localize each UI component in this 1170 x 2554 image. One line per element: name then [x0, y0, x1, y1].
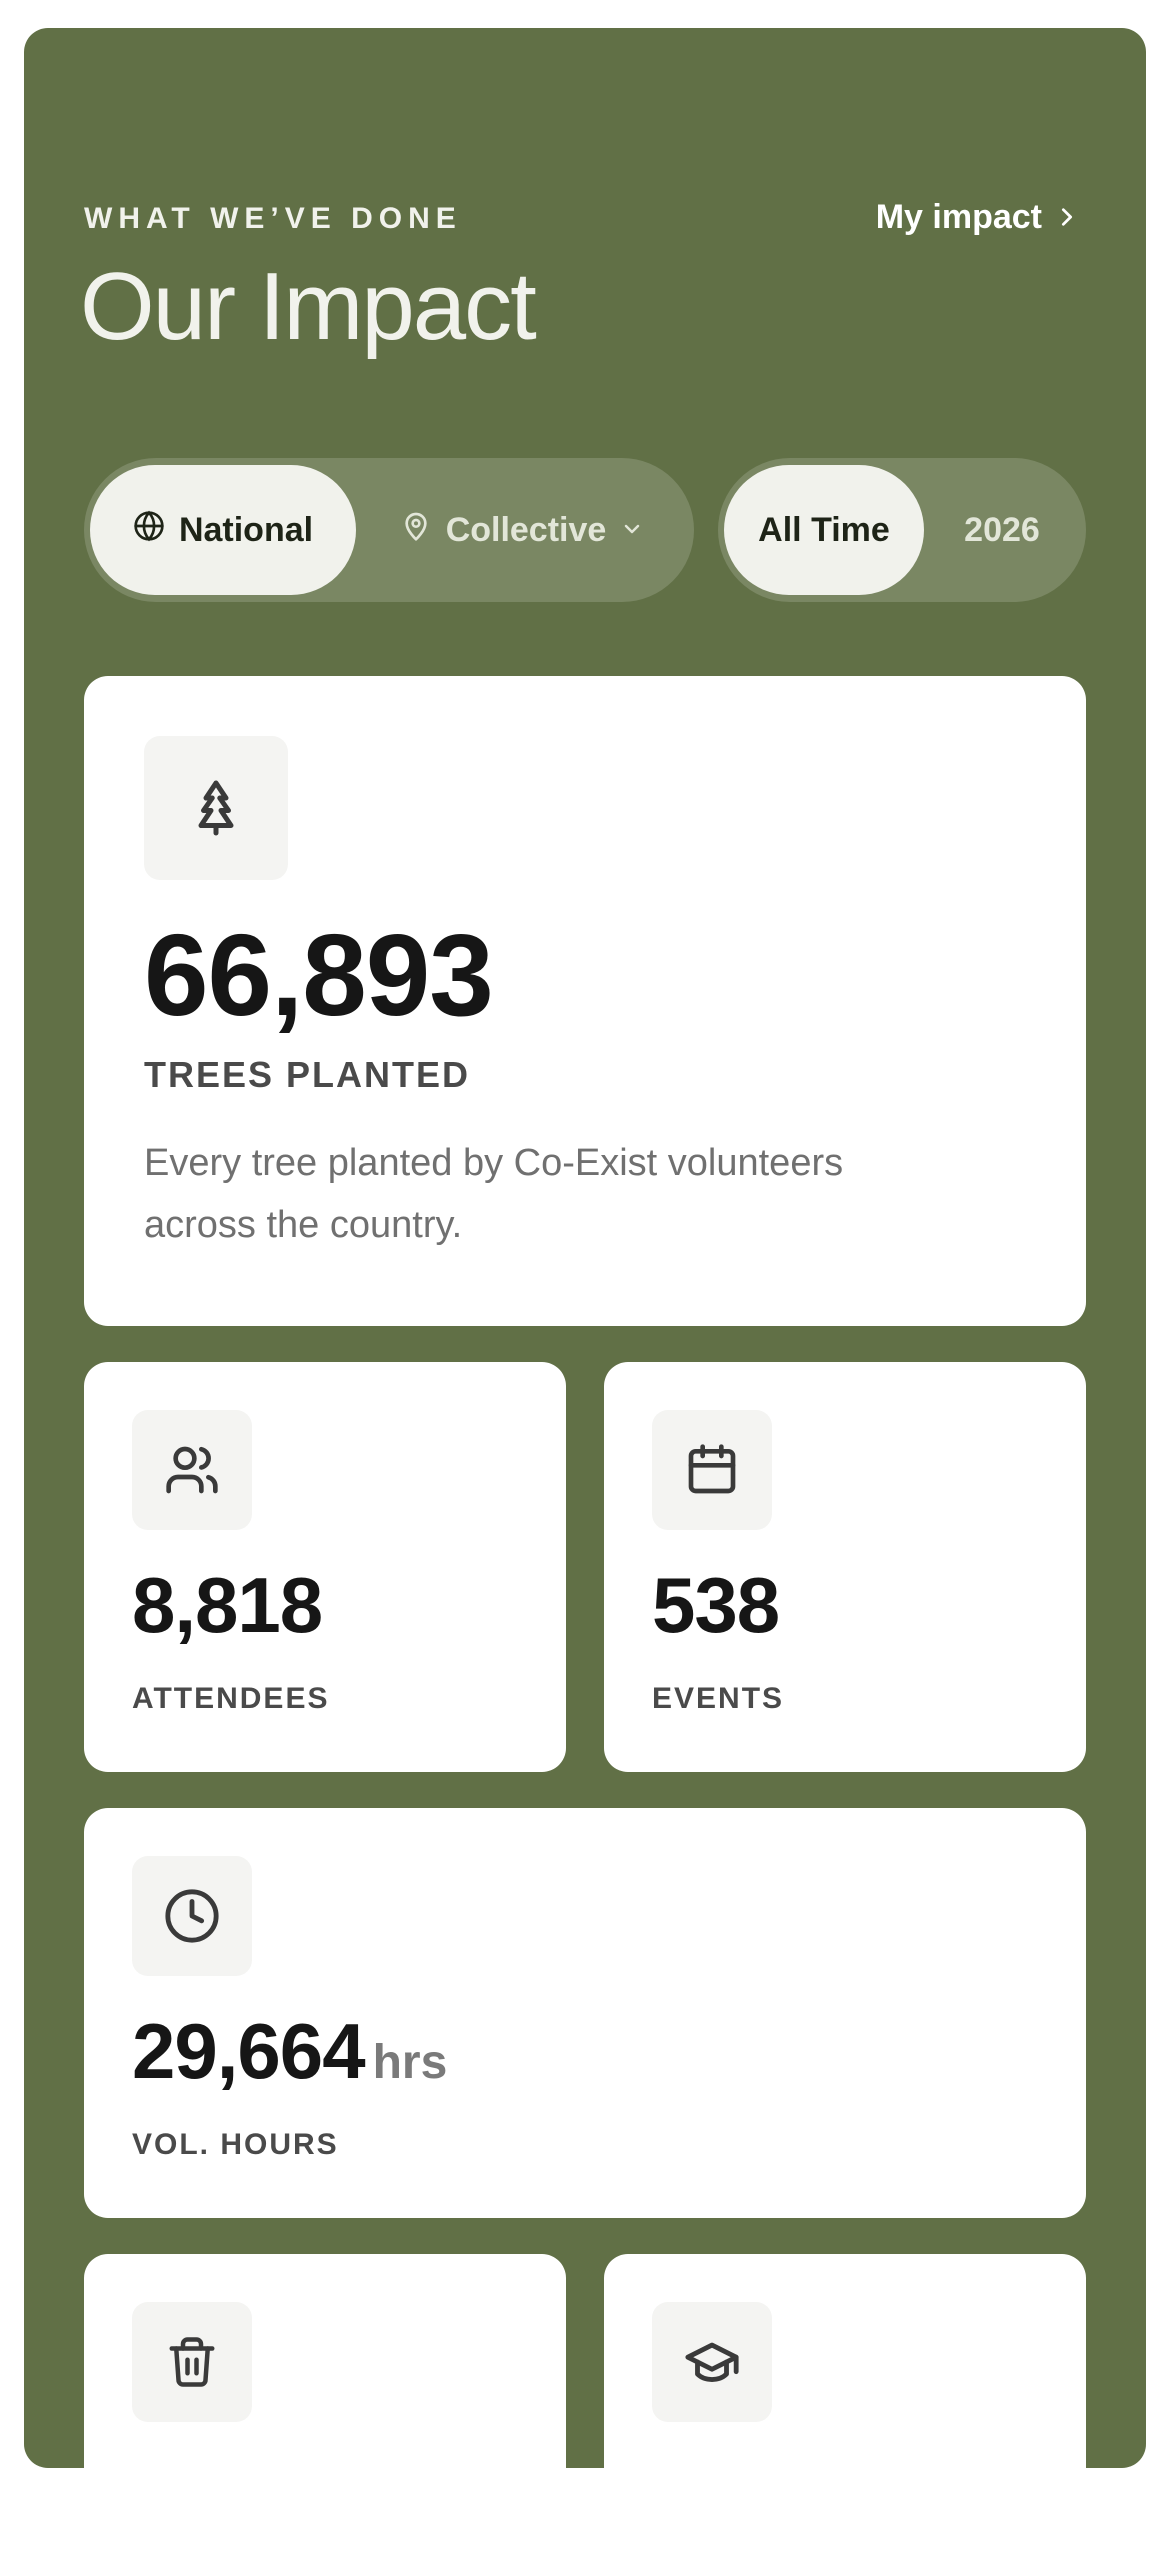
attendees-value: 8,818 [132, 1561, 323, 1649]
education-card [604, 2254, 1086, 2554]
chevron-down-icon [620, 511, 644, 550]
events-value: 538 [652, 1561, 780, 1649]
volunteer-hours-value: 29,664 hrs [132, 2006, 447, 2097]
users-icon [132, 1410, 252, 1530]
scope-option-collective-label: Collective [445, 510, 607, 549]
volunteer-hours-unit: hrs [372, 2036, 448, 2089]
trees-planted-label: TREES PLANTED [144, 1054, 471, 1095]
graduation-cap-icon [652, 2302, 772, 2422]
trees-planted-card: 66,893 TREES PLANTED Every tree planted … [84, 676, 1086, 1326]
tree-icon [144, 736, 288, 880]
events-card: 538 EVENTS [604, 1362, 1086, 1772]
chevron-right-icon [1056, 198, 1078, 237]
attendees-card: 8,818 ATTENDEES [84, 1362, 566, 1772]
my-impact-link[interactable]: My impact [876, 198, 1078, 237]
page-title: Our Impact [80, 253, 537, 360]
scope-filter: National Collective [84, 458, 694, 602]
my-impact-label: My impact [875, 198, 1042, 236]
attendees-label: ATTENDEES [132, 1682, 330, 1715]
trees-planted-value: 66,893 [144, 910, 494, 1040]
map-pin-icon [400, 510, 432, 551]
scope-option-national[interactable]: National [90, 465, 356, 595]
scope-option-national-label: National [178, 510, 314, 549]
volunteer-hours-card: 29,664 hrs VOL. HOURS [84, 1808, 1086, 2218]
calendar-icon [652, 1410, 772, 1530]
globe-icon [133, 510, 165, 551]
time-option-all-time[interactable]: All Time [724, 465, 924, 595]
trash-icon [132, 2302, 252, 2422]
trees-planted-description: Every tree planted by Co-Exist volunteer… [144, 1142, 844, 1246]
time-filter: All Time 2026 [718, 458, 1086, 602]
volunteer-hours-label: VOL. HOURS [132, 2128, 339, 2161]
time-option-2026[interactable]: 2026 [924, 465, 1080, 595]
scope-option-collective[interactable]: Collective [356, 465, 688, 595]
clock-icon [132, 1856, 252, 1976]
volunteer-hours-number: 29,664 [132, 2007, 366, 2095]
events-label: EVENTS [652, 1682, 785, 1715]
section-eyebrow: WHAT WE’VE DONE [84, 202, 462, 235]
rubbish-card [84, 2254, 566, 2554]
